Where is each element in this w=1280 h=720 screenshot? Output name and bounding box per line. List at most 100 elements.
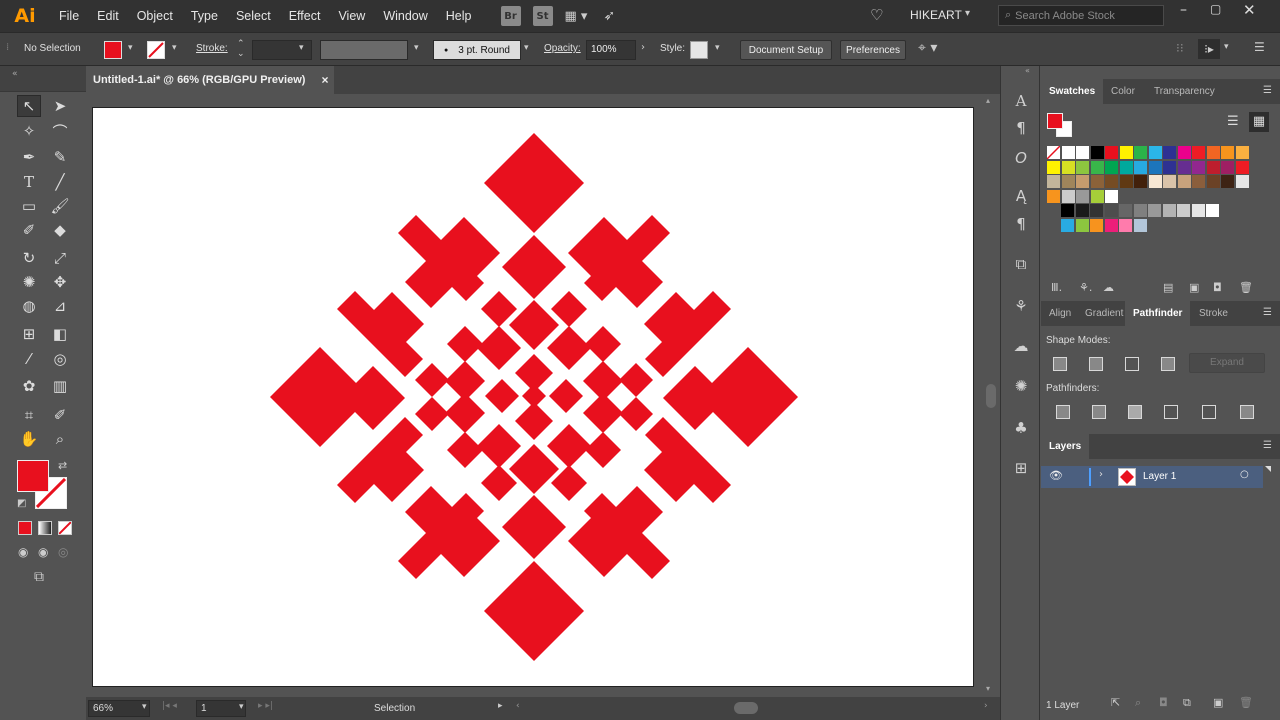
swatch-chip[interactable] bbox=[1076, 146, 1089, 159]
lightbulb-icon[interactable]: ♡ bbox=[870, 6, 883, 24]
profile-chevron-icon[interactable]: ▾ bbox=[414, 43, 419, 53]
warp-tool-icon[interactable]: ✺ bbox=[17, 271, 41, 293]
scroll-thumb[interactable] bbox=[986, 384, 996, 408]
hscroll-left-icon[interactable]: ‹ bbox=[516, 701, 520, 711]
slice-tool-icon[interactable]: ✐ bbox=[48, 404, 72, 426]
swatch-chip[interactable] bbox=[1192, 175, 1205, 188]
paragraph-styles-icon[interactable]: ¶ bbox=[1011, 214, 1031, 234]
vertical-scrollbar[interactable]: ▴ ▾ bbox=[982, 94, 1000, 697]
delete-swatch-icon[interactable]: 🗑 bbox=[1239, 281, 1253, 294]
minus-front-icon[interactable] bbox=[1089, 357, 1103, 371]
new-swatch-icon[interactable]: ◘ bbox=[1213, 281, 1222, 294]
scale-tool-icon[interactable]: ⤢ bbox=[48, 247, 72, 269]
collapse-strip-icon[interactable]: « bbox=[1025, 66, 1030, 75]
draw-inside-icon[interactable]: ◎ bbox=[58, 545, 68, 559]
swatch-chip[interactable] bbox=[1046, 145, 1061, 160]
symbol-sprayer-tool-icon[interactable]: ✿ bbox=[17, 375, 41, 397]
line-tool-icon[interactable]: ╱ bbox=[48, 171, 72, 193]
direct-selection-tool-icon[interactable]: ➤ bbox=[48, 95, 72, 117]
swatch-chip[interactable] bbox=[1047, 160, 1060, 174]
bright-swatch[interactable] bbox=[1061, 219, 1074, 232]
unite-icon[interactable] bbox=[1053, 357, 1067, 371]
gpu-rocket-icon[interactable]: ➶ bbox=[603, 8, 615, 24]
control-menu-icon[interactable]: ☰ bbox=[1254, 40, 1265, 54]
hscroll-right-icon[interactable]: › bbox=[984, 701, 988, 711]
tab-align[interactable]: Align bbox=[1041, 301, 1079, 326]
scroll-up-icon[interactable]: ▴ bbox=[986, 96, 990, 105]
pen-tool-icon[interactable]: ✒ bbox=[17, 146, 41, 168]
puppet-warp-icon[interactable]: ⚘ bbox=[1011, 296, 1031, 316]
free-transform-tool-icon[interactable]: ✥ bbox=[48, 271, 72, 293]
zoom-chevron-icon[interactable]: ▾ bbox=[142, 702, 147, 712]
new-sublayer-icon[interactable]: ⧉ bbox=[1183, 696, 1191, 710]
swatch-chip[interactable] bbox=[1047, 189, 1060, 203]
tab-transparency[interactable]: Transparency bbox=[1146, 79, 1223, 104]
align-panel-icon[interactable]: ⁝▸ bbox=[1198, 39, 1220, 59]
trim-icon[interactable] bbox=[1092, 405, 1106, 419]
layer-row[interactable]: 👁 › Layer 1 ○ bbox=[1041, 466, 1263, 488]
bright-swatch[interactable] bbox=[1133, 219, 1147, 232]
grayscale-swatch[interactable] bbox=[1148, 204, 1161, 217]
eyedropper-tool-icon[interactable]: ⁄ bbox=[17, 348, 41, 370]
zoom-field[interactable]: 66% bbox=[88, 700, 150, 717]
swatch-chip[interactable] bbox=[1235, 146, 1249, 159]
swatch-chip[interactable] bbox=[1148, 160, 1162, 174]
rectangle-tool-icon[interactable]: ▭ bbox=[17, 195, 41, 217]
swatch-chip[interactable] bbox=[1105, 160, 1118, 174]
grayscale-swatch[interactable] bbox=[1061, 204, 1074, 217]
grayscale-swatch[interactable] bbox=[1104, 204, 1118, 217]
swatch-chip[interactable] bbox=[1177, 160, 1191, 174]
menu-effect[interactable]: Effect bbox=[280, 9, 330, 23]
color-themes-icon[interactable]: ☁ bbox=[1103, 281, 1114, 294]
merge-icon[interactable] bbox=[1128, 405, 1142, 419]
grayscale-swatch[interactable] bbox=[1162, 204, 1176, 217]
grayscale-swatch[interactable] bbox=[1075, 204, 1089, 217]
panel-menu-icon[interactable]: ▾ bbox=[1224, 42, 1229, 52]
swatch-chip[interactable] bbox=[1134, 160, 1147, 174]
swatch-chip[interactable] bbox=[1177, 175, 1191, 188]
menu-type[interactable]: Type bbox=[182, 9, 227, 23]
document-setup-button[interactable]: Document Setup bbox=[740, 40, 832, 60]
swatches-panel-menu-icon[interactable]: ☰ bbox=[1263, 85, 1272, 96]
grayscale-swatch[interactable] bbox=[1191, 204, 1205, 217]
bright-swatch[interactable] bbox=[1075, 219, 1089, 232]
list-view-icon[interactable]: ☰ bbox=[1227, 114, 1239, 129]
color-mode-button[interactable] bbox=[18, 521, 32, 535]
blend-tool-icon[interactable]: ◎ bbox=[48, 348, 72, 370]
swatch-chip[interactable] bbox=[1076, 175, 1089, 188]
swatch-libraries-icon[interactable]: Ⅲ. bbox=[1051, 281, 1062, 294]
swatch-chip[interactable] bbox=[1134, 146, 1147, 159]
clipping-mask-icon[interactable]: ◘ bbox=[1159, 696, 1168, 709]
gradient-mode-button[interactable] bbox=[38, 521, 52, 535]
selection-tool-icon[interactable]: ↖ bbox=[17, 95, 41, 117]
shaper-tool-icon[interactable]: ✐ bbox=[17, 219, 41, 241]
bright-swatch[interactable] bbox=[1104, 219, 1118, 232]
locate-object-icon[interactable]: ⌕ bbox=[1135, 696, 1141, 710]
swatch-kind-icon[interactable]: ⚘. bbox=[1079, 281, 1092, 294]
swatch-chip[interactable] bbox=[1177, 146, 1191, 159]
artboard-tool-icon[interactable]: ⌗ bbox=[17, 404, 41, 426]
fill-swatch[interactable] bbox=[104, 41, 122, 59]
menu-view[interactable]: View bbox=[329, 9, 374, 23]
opacity-field[interactable]: 100% bbox=[586, 40, 636, 60]
outline-icon[interactable] bbox=[1202, 405, 1216, 419]
draw-behind-icon[interactable]: ◉ bbox=[38, 545, 48, 559]
transform-panel-icon[interactable]: ⧉ bbox=[1011, 254, 1031, 274]
menu-file[interactable]: File bbox=[50, 9, 88, 23]
opentype-panel-icon[interactable]: O bbox=[1011, 148, 1031, 168]
tab-pathfinder[interactable]: Pathfinder bbox=[1125, 301, 1191, 326]
swatch-chip[interactable] bbox=[1206, 175, 1220, 188]
eraser-tool-icon[interactable]: ◆ bbox=[48, 219, 72, 241]
swatch-chip[interactable] bbox=[1105, 175, 1118, 188]
artwork[interactable] bbox=[93, 108, 975, 688]
document-tab[interactable]: Untitled-1.ai* @ 66% (RGB/GPU Preview) × bbox=[86, 66, 334, 94]
collect-export-icon[interactable]: ⇱ bbox=[1111, 696, 1120, 709]
stroke-chevron-icon[interactable]: ▾ bbox=[172, 43, 177, 53]
visibility-eye-icon[interactable]: 👁 bbox=[1049, 469, 1063, 482]
swatch-fill-indicator[interactable] bbox=[1047, 113, 1063, 129]
grayscale-swatch[interactable] bbox=[1206, 204, 1219, 217]
layers-panel-menu-icon[interactable]: ☰ bbox=[1263, 440, 1272, 451]
perspective-grid-tool-icon[interactable]: ⊿ bbox=[48, 295, 72, 317]
pathfinder-panel-menu-icon[interactable]: ☰ bbox=[1263, 307, 1272, 318]
swatch-chip[interactable] bbox=[1061, 189, 1075, 203]
